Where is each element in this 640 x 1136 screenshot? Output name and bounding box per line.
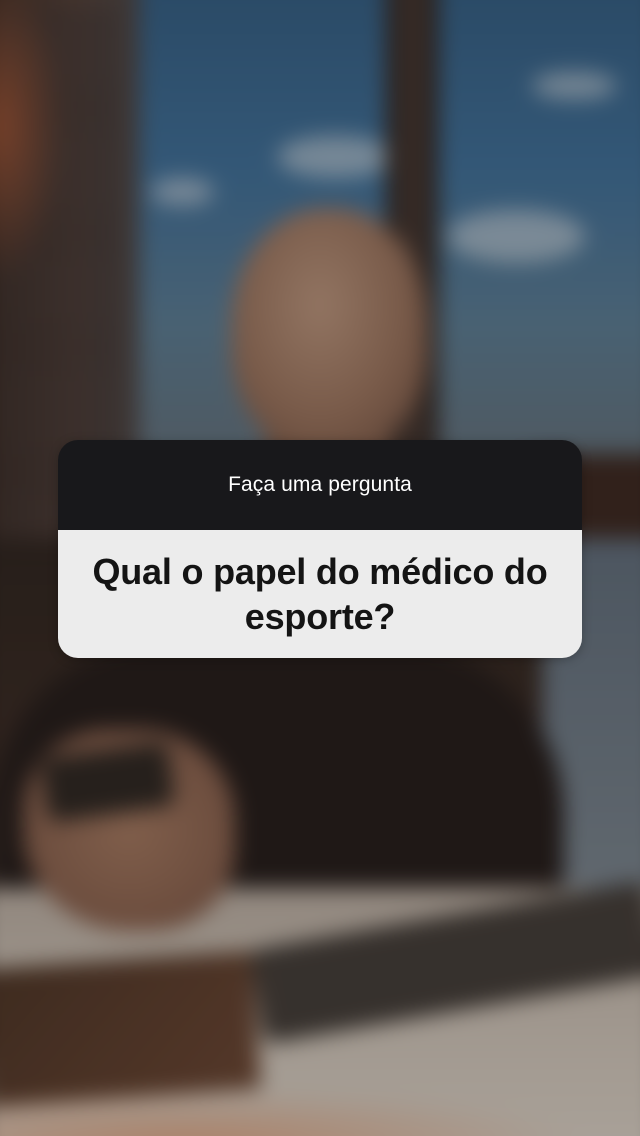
question-sticker[interactable]: Faça uma pergunta Qual o papel do médico… <box>58 440 582 658</box>
question-sticker-body: Qual o papel do médico do esporte? <box>58 530 582 658</box>
question-sticker-header: Faça uma pergunta <box>58 440 582 530</box>
story-view[interactable]: Faça uma pergunta Qual o papel do médico… <box>0 0 640 1136</box>
question-prompt: Faça uma pergunta <box>228 473 412 496</box>
question-answer-text: Qual o papel do médico do esporte? <box>92 551 548 637</box>
